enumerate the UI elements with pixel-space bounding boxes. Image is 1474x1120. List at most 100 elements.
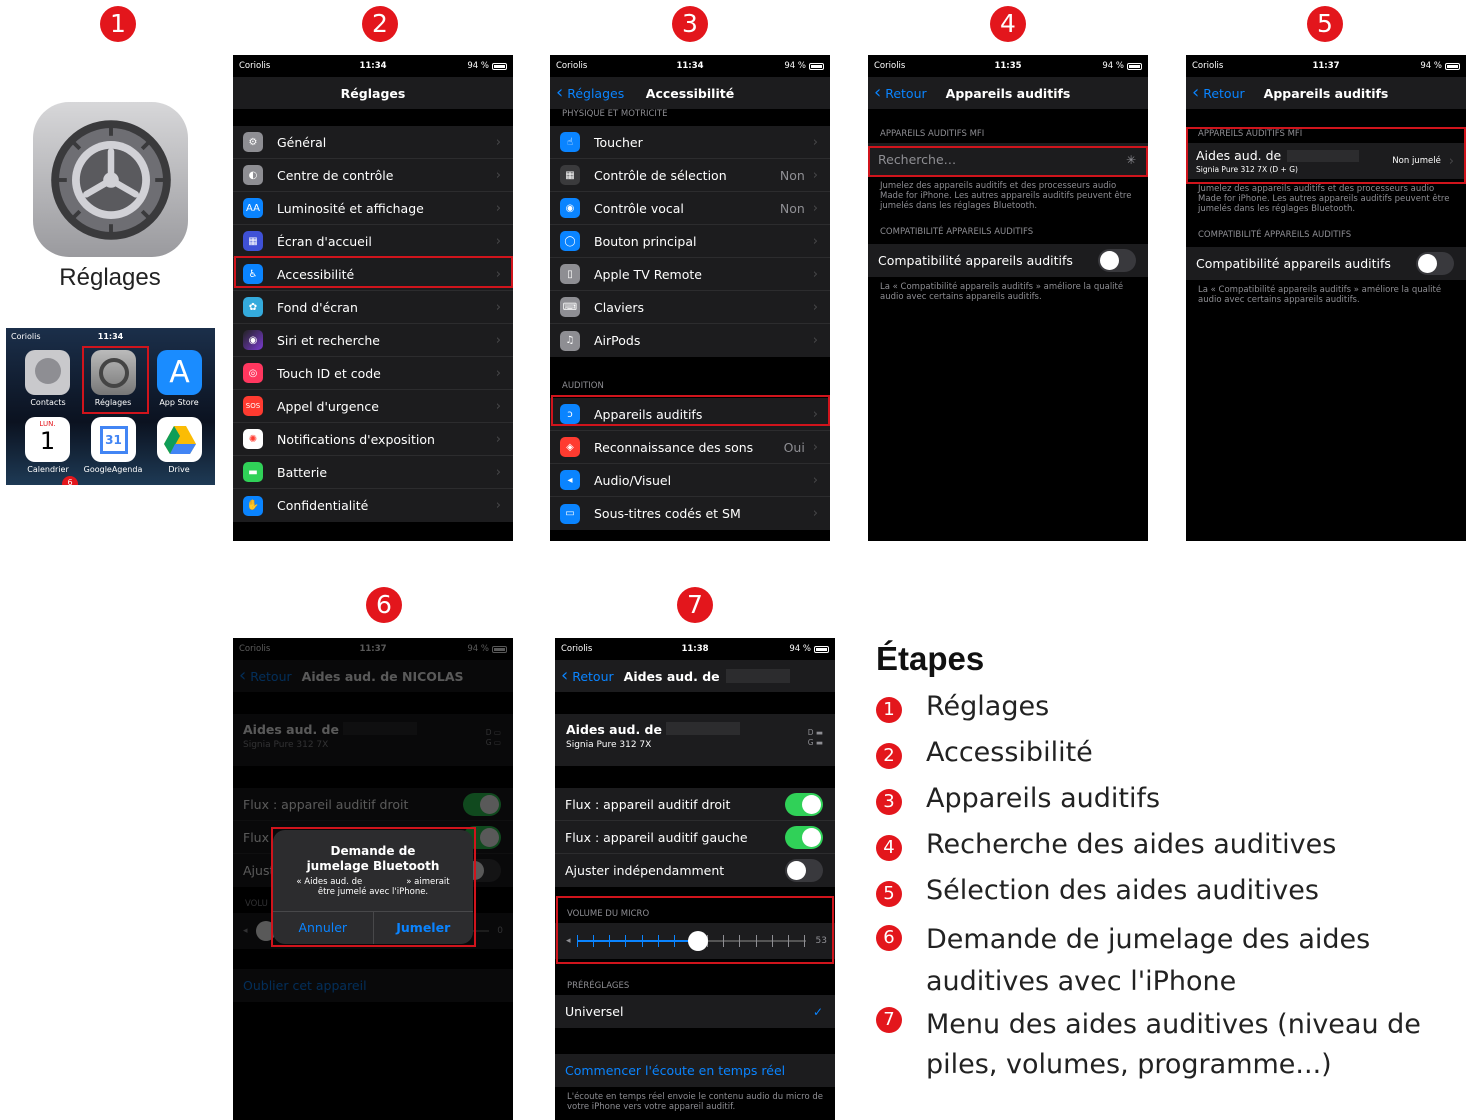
- stream-left-toggle[interactable]: [785, 825, 823, 849]
- battery-icon: [492, 62, 507, 70]
- settings-item-control-center[interactable]: ◐ Centre de contrôle ›: [233, 159, 513, 192]
- highlight-mic-volume: [556, 896, 834, 964]
- acc-item-audio-visual[interactable]: ◂ Audio/Visuel ›: [550, 464, 830, 497]
- phone-screen-settings: Coriolis 11:34 94 % Réglages ⚙ Général › ◐…: [233, 55, 513, 541]
- device-model: Signia Pure 312 7X: [243, 740, 329, 750]
- step-text: Accessibilité: [926, 737, 1093, 768]
- clock: 11:34: [97, 331, 124, 341]
- acc-item-tv-remote[interactable]: ▯ Apple TV Remote ›: [550, 258, 830, 291]
- checkmark-icon: ✓: [812, 1004, 823, 1019]
- settings-item-general[interactable]: ⚙ Général ›: [233, 126, 513, 159]
- acc-item-keyboards[interactable]: ⌨ Claviers ›: [550, 291, 830, 324]
- sound-recognition-icon: ◈: [560, 437, 580, 457]
- contacts-app-icon[interactable]: [25, 350, 70, 395]
- acc-item-home-button[interactable]: ◯ Bouton principal ›: [550, 225, 830, 258]
- acc-item-touch[interactable]: ☝ Toucher ›: [550, 126, 830, 159]
- step-text: Sélection des aides auditives: [926, 875, 1319, 906]
- settings-item-privacy[interactable]: ✋ Confidentialité ›: [233, 489, 513, 522]
- gear-icon: [50, 119, 171, 240]
- settings-item-label: Touch ID et code: [277, 365, 381, 381]
- acc-item-switch-control[interactable]: ▦ Contrôle de sélection Non ›: [550, 159, 830, 192]
- back-button[interactable]: ‹ Réglages: [550, 84, 625, 102]
- acc-item-label: Reconnaissance des sons: [594, 439, 754, 455]
- back-label: Réglages: [567, 85, 625, 101]
- app-store-icon[interactable]: A: [157, 350, 202, 395]
- left-label: G: [485, 738, 492, 747]
- settings-item-label: Écran d'accueil: [277, 233, 372, 249]
- app-label: App Store: [159, 398, 199, 407]
- battery-levels: D ▬ G ▬: [807, 728, 823, 747]
- back-button[interactable]: ‹ Retour: [1186, 84, 1245, 102]
- nav-bar: ‹ Réglages Accessibilité: [550, 77, 830, 109]
- stream-right-toggle[interactable]: [463, 792, 501, 816]
- acc-item-subtitles[interactable]: ▭ Sous-titres codés et SM ›: [550, 497, 830, 530]
- redacted-name: [342, 722, 417, 735]
- settings-item-label: Luminosité et affichage: [277, 200, 424, 216]
- settings-item-emergency[interactable]: SOS Appel d'urgence ›: [233, 390, 513, 423]
- settings-item-exposure[interactable]: ✺ Notifications d'exposition ›: [233, 423, 513, 456]
- back-label: Retour: [885, 85, 927, 101]
- home-grid-icon: ▦: [243, 231, 263, 251]
- settings-item-siri[interactable]: ◉ Siri et recherche ›: [233, 324, 513, 357]
- settings-item-home-screen[interactable]: ▦ Écran d'accueil ›: [233, 225, 513, 258]
- back-button[interactable]: ‹ Retour: [555, 667, 614, 685]
- drive-app-icon[interactable]: [157, 417, 202, 462]
- chevron-right-icon: ›: [495, 464, 501, 480]
- hearing-compat-toggle[interactable]: [1098, 249, 1136, 272]
- chevron-right-icon: ›: [495, 299, 501, 315]
- step-number-badge: 5: [876, 881, 902, 907]
- battery-icon: [1127, 62, 1142, 70]
- stream-right-label: Flux : appareil auditif droit: [243, 796, 409, 812]
- preset-row[interactable]: Universel ✓: [555, 995, 835, 1028]
- nav-bar: ‹ Retour Appareils auditifs: [1186, 77, 1466, 109]
- settings-app-label: Réglages: [59, 264, 161, 291]
- status-bar: Coriolis 11:38 94 %: [555, 638, 835, 660]
- notification-badge: 6: [62, 476, 78, 485]
- clock: 11:37: [1312, 61, 1340, 71]
- acc-item-label: Apple TV Remote: [594, 266, 702, 282]
- chevron-right-icon: ›: [812, 333, 818, 348]
- stream-right-toggle[interactable]: [785, 792, 823, 816]
- battery-icon: [814, 645, 829, 653]
- stream-right-row: Flux : appareil auditif droit: [555, 788, 835, 821]
- acc-item-voice-control[interactable]: ◉ Contrôle vocal Non ›: [550, 192, 830, 225]
- redacted-name: [665, 722, 740, 735]
- live-listen-button[interactable]: Commencer l'écoute en temps réel: [555, 1054, 835, 1087]
- device-model: Signia Pure 312 7X: [566, 740, 652, 750]
- step-badge-6: 6: [366, 587, 402, 623]
- settings-item-battery[interactable]: ▬ Batterie ›: [233, 456, 513, 489]
- device-name: Aides aud. de: [243, 722, 339, 737]
- keyboard-icon: ⌨: [560, 297, 580, 317]
- back-button[interactable]: ‹ Retour: [868, 82, 927, 103]
- highlight-hearing-devices: [551, 395, 830, 426]
- settings-item-touch-id[interactable]: ◎ Touch ID et code ›: [233, 357, 513, 390]
- back-button[interactable]: ‹ Retour: [233, 667, 292, 685]
- nav-bar: Réglages: [233, 77, 513, 109]
- hearing-compat-toggle[interactable]: [1416, 252, 1454, 275]
- settings-item-display[interactable]: AA Luminosité et affichage ›: [233, 192, 513, 225]
- step-item: 5 Sélection des aides auditives: [876, 875, 1436, 919]
- acc-item-label: Sous-titres codés et SM: [594, 506, 741, 521]
- chevron-left-icon: ‹: [874, 82, 882, 103]
- live-listen-label: Commencer l'écoute en temps réel: [565, 1063, 786, 1078]
- forget-device-button[interactable]: Oublier cet appareil: [233, 969, 513, 1002]
- app-label: Calendrier: [27, 465, 69, 474]
- calendar-app-icon[interactable]: LUN. 1: [25, 417, 70, 462]
- settings-item-label: Général: [277, 134, 327, 150]
- chevron-right-icon: ›: [812, 200, 818, 216]
- step-item: 1 Réglages: [876, 691, 1436, 737]
- settings-app-icon[interactable]: [33, 102, 188, 257]
- stream-left-row: Flux : appareil auditif gauche: [555, 821, 835, 854]
- step-badge-5: 5: [1307, 6, 1343, 42]
- status-bar: Coriolis 11:37 94 %: [233, 638, 513, 660]
- nav-bar: ‹ Retour Aides aud. de: [555, 660, 835, 692]
- step-number-badge: 7: [876, 1007, 902, 1033]
- settings-item-wallpaper[interactable]: ✿ Fond d'écran ›: [233, 291, 513, 324]
- acc-item-sound-recognition[interactable]: ◈ Reconnaissance des sons Oui ›: [550, 431, 830, 464]
- google-calendar-icon[interactable]: 31: [91, 417, 136, 462]
- highlight-searching: [868, 146, 1148, 177]
- adjust-toggle[interactable]: [785, 859, 823, 882]
- acc-item-label: Contrôle vocal: [594, 200, 684, 216]
- acc-item-airpods[interactable]: ♫ AirPods ›: [550, 324, 830, 357]
- step-text: Recherche des aides auditives: [926, 829, 1337, 860]
